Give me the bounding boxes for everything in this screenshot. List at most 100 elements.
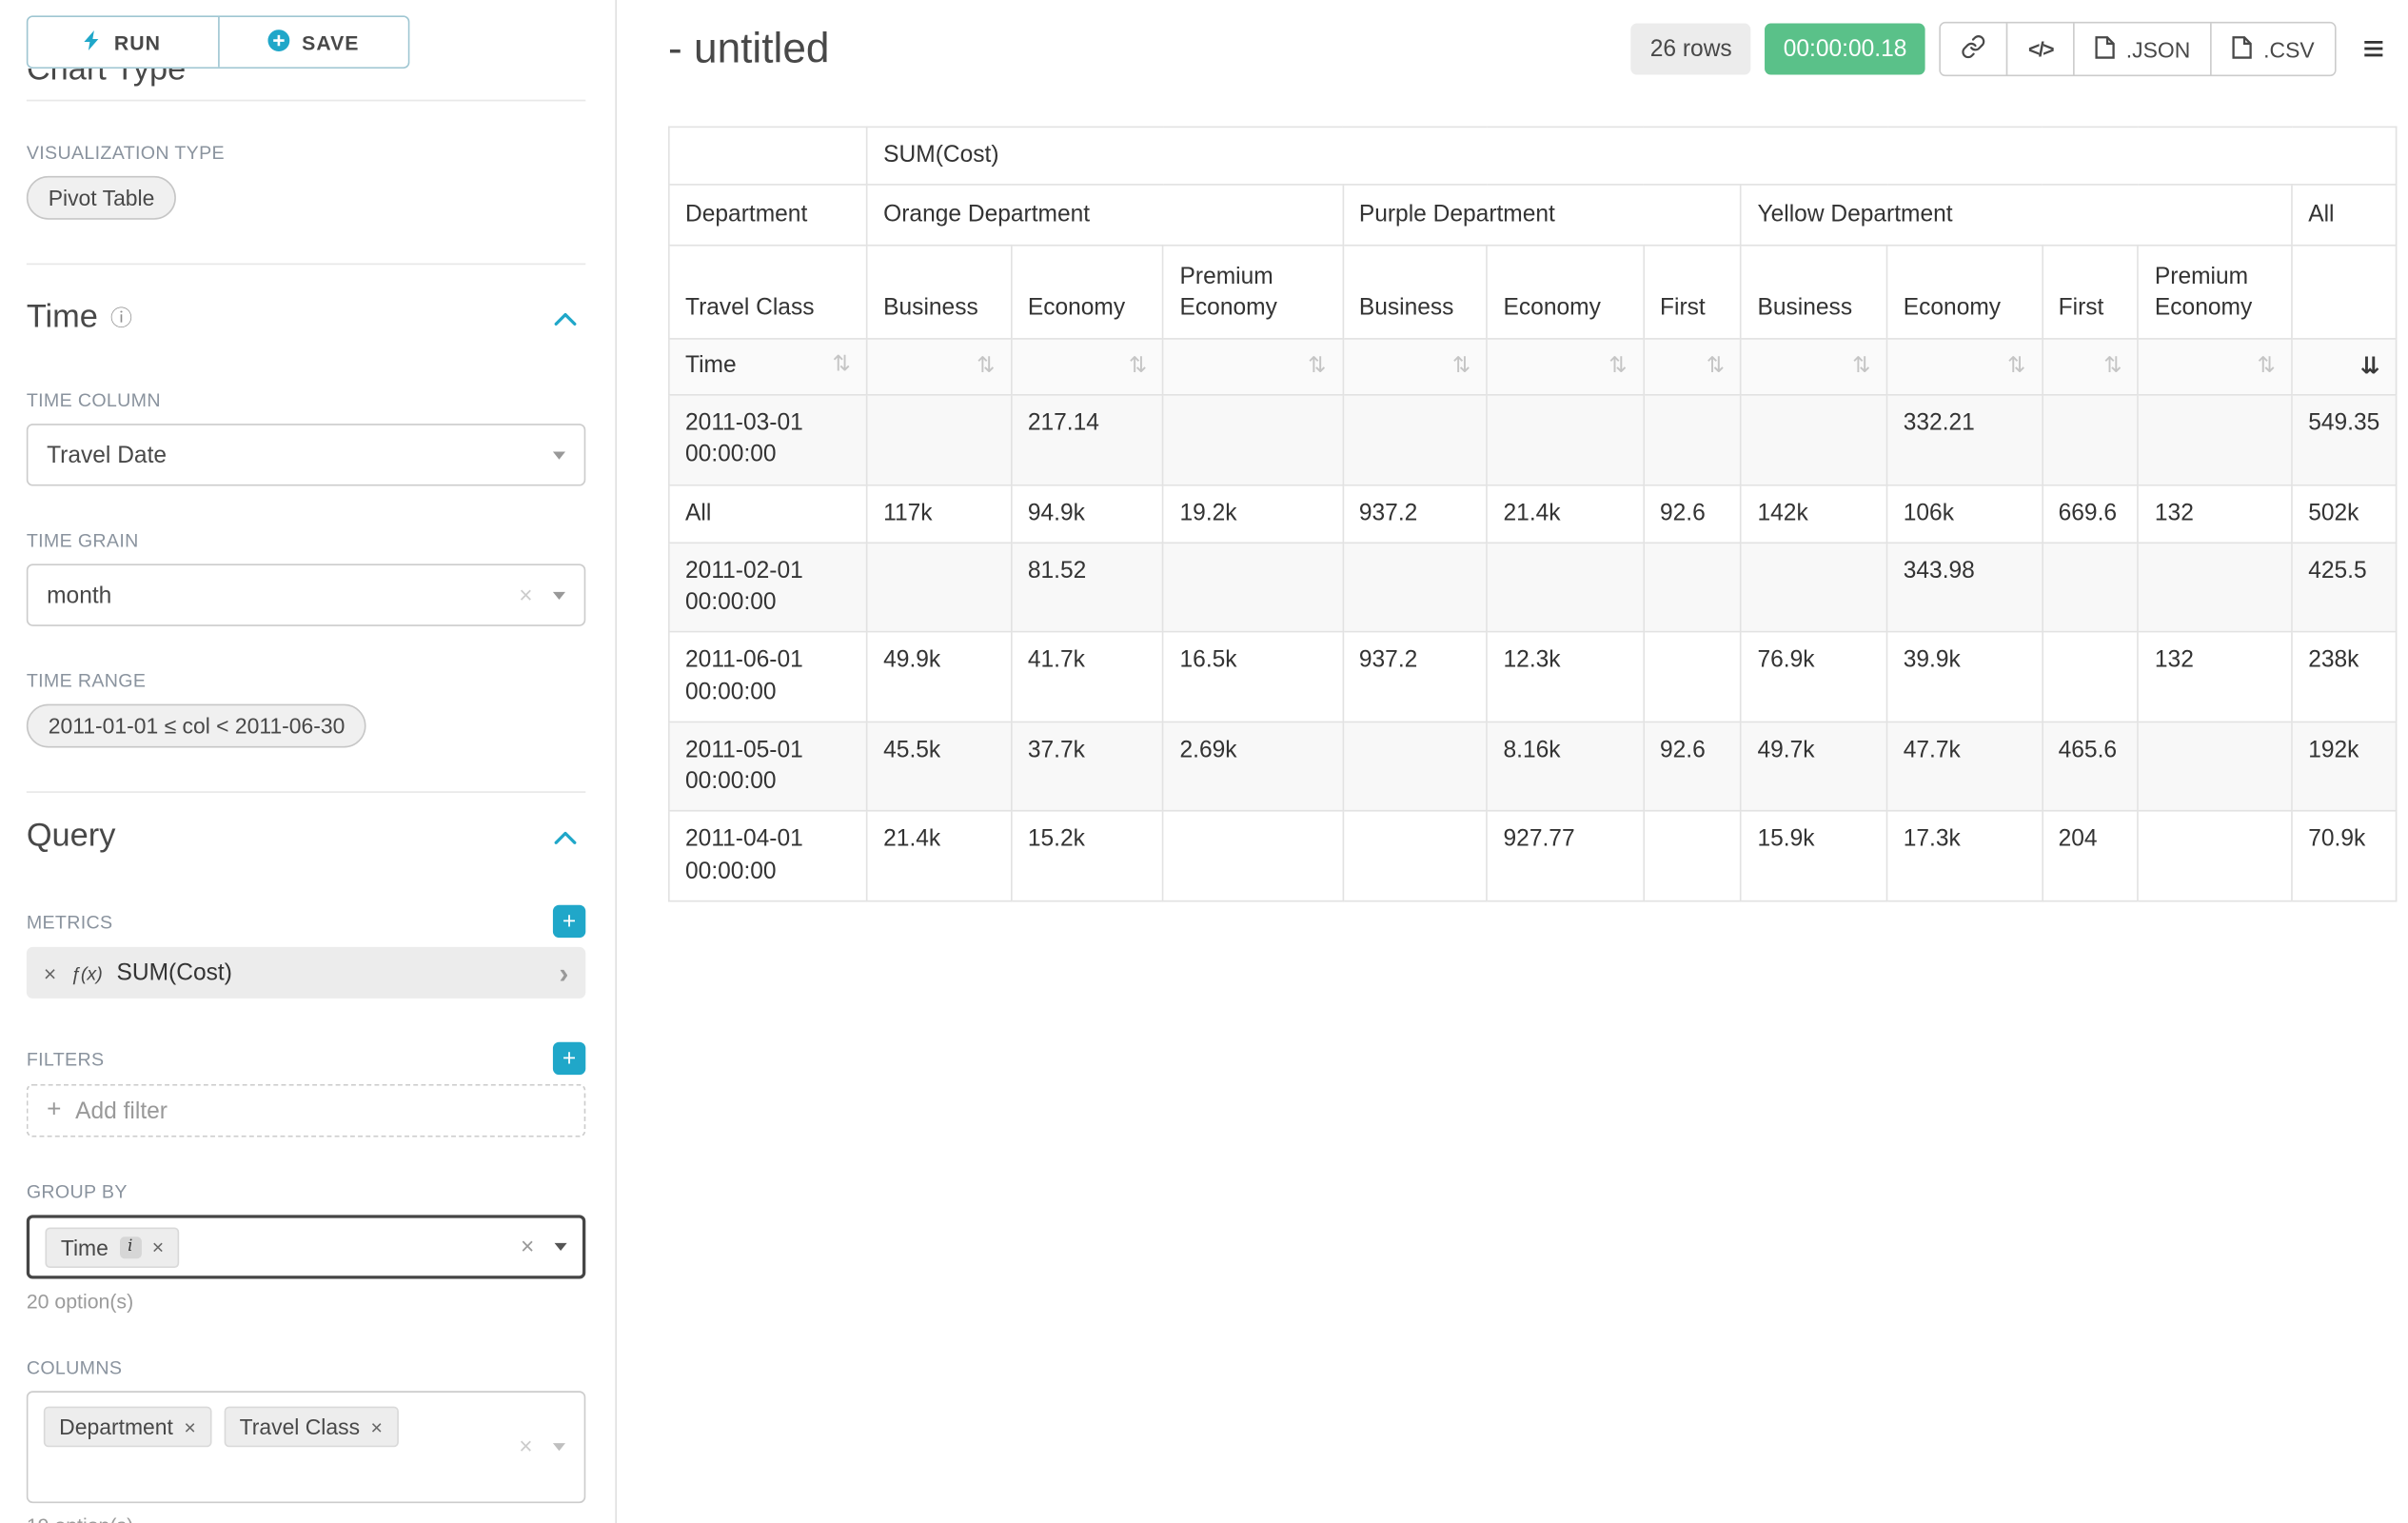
clear-icon[interactable]: ×	[521, 1236, 534, 1259]
pivot-value-cell: 465.6	[2042, 722, 2138, 811]
view-query-button[interactable]: </>	[2006, 24, 2073, 75]
pivot-value-cell: 94.9k	[1012, 485, 1164, 543]
pivot-value-cell: 8.16k	[1487, 722, 1643, 811]
export-json-button[interactable]: .JSON	[2073, 24, 2210, 75]
sort-icon[interactable]: ⇅	[1609, 354, 1627, 379]
time-range-pill[interactable]: 2011-01-01 ≤ col < 2011-06-30	[27, 704, 367, 748]
run-button[interactable]: RUN	[28, 17, 217, 67]
copy-link-button[interactable]	[1941, 24, 2006, 75]
time-range-label: TIME RANGE	[27, 670, 585, 692]
pivot-row-header: 2011-06-01 00:00:00	[669, 632, 867, 722]
query-section-header: Query	[27, 818, 585, 855]
pivot-sort-cell: ⇅	[2042, 339, 2138, 395]
group-by-select[interactable]: Time i × ×	[27, 1215, 585, 1278]
sort-icon[interactable]: ⇅	[977, 354, 995, 379]
plus-circle-icon	[267, 29, 289, 55]
pivot-value-cell: 70.9k	[2292, 811, 2397, 900]
group-by-token[interactable]: Time i ×	[45, 1227, 179, 1268]
chevron-up-icon[interactable]	[545, 69, 567, 75]
time-column-value: Travel Date	[47, 442, 167, 468]
sort-icon[interactable]: ⇅	[2007, 354, 2025, 379]
pivot-value-cell	[1163, 395, 1342, 485]
chart-panel: - untitled 26 rows 00:00:00.18 </	[617, 0, 2408, 1523]
pivot-value-cell	[1343, 543, 1488, 632]
time-column-select[interactable]: Travel Date	[27, 424, 585, 485]
pivot-department-label: Department	[669, 185, 867, 246]
caret-down-icon[interactable]	[555, 1243, 567, 1251]
clear-icon[interactable]: ×	[519, 583, 532, 607]
pivot-data-row: 2011-03-01 00:00:00217.14332.21549.35	[669, 395, 2397, 485]
pivot-data-row: 2011-06-01 00:00:0049.9k41.7k16.5k937.21…	[669, 632, 2397, 722]
pivot-sort-cell: ⇊	[2292, 339, 2397, 395]
clear-icon[interactable]: ×	[519, 1435, 532, 1459]
sort-icon[interactable]: ⇅	[833, 351, 851, 381]
caret-down-icon[interactable]	[553, 1443, 565, 1451]
time-section-title: Time	[27, 299, 98, 336]
columns-token[interactable]: Travel Class ×	[224, 1407, 398, 1448]
pivot-value-cell	[1343, 395, 1488, 485]
add-metric-button[interactable]: +	[553, 905, 585, 938]
remove-token-icon[interactable]: ×	[152, 1236, 164, 1256]
pivot-value-cell: 45.5k	[867, 722, 1012, 811]
sort-desc-icon[interactable]: ⇊	[2360, 352, 2380, 380]
sort-icon[interactable]: ⇅	[1452, 354, 1470, 379]
collapse-query-section-button[interactable]	[545, 821, 586, 851]
sort-icon[interactable]: ⇅	[1129, 354, 1147, 379]
viz-type-pill[interactable]: Pivot Table	[27, 176, 176, 220]
remove-metric-icon[interactable]: ×	[44, 961, 56, 983]
token-label: Travel Class	[240, 1414, 360, 1439]
add-filter-button[interactable]: + Add filter	[27, 1084, 585, 1137]
remove-token-icon[interactable]: ×	[371, 1416, 383, 1436]
pivot-value-cell: 92.6	[1644, 485, 1742, 543]
divider	[27, 264, 585, 266]
columns-select[interactable]: Department × Travel Class × ×	[27, 1391, 585, 1503]
plus-icon: +	[47, 1097, 61, 1124]
pivot-value-cell: 217.14	[1012, 395, 1164, 485]
filters-label: FILTERS	[27, 1047, 105, 1069]
pivot-row-header: 2011-02-01 00:00:00	[669, 543, 867, 632]
remove-token-icon[interactable]: ×	[184, 1416, 195, 1436]
time-section-header: Time ⓘ	[27, 299, 585, 336]
token-label: Time	[61, 1235, 109, 1259]
export-csv-label: .CSV	[2263, 36, 2314, 61]
pivot-value-cell	[1487, 395, 1643, 485]
save-button[interactable]: SAVE	[217, 17, 407, 67]
menu-button[interactable]: ≡	[2350, 30, 2397, 68]
add-filter-plus-button[interactable]: +	[553, 1042, 585, 1075]
query-timer-badge: 00:00:00.18	[1765, 24, 1925, 75]
pivot-data-row: All117k94.9k19.2k937.221.4k92.6142k106k6…	[669, 485, 2397, 543]
pivot-value-cell: 669.6	[2042, 485, 2138, 543]
sort-icon[interactable]: ⇅	[1707, 354, 1725, 379]
metric-token[interactable]: × ƒ(x) SUM(Cost) ›	[27, 947, 585, 999]
expand-metric-icon[interactable]: ›	[559, 959, 568, 986]
pivot-class-header: Economy	[1887, 246, 2043, 339]
pivot-value-cell	[2139, 722, 2292, 811]
collapse-time-section-button[interactable]	[545, 303, 586, 332]
pivot-travel-class-label: Travel Class	[669, 246, 867, 339]
sort-icon[interactable]: ⇅	[2258, 354, 2276, 379]
time-grain-select[interactable]: month ×	[27, 564, 585, 625]
columns-token[interactable]: Department ×	[44, 1407, 211, 1448]
pivot-row-header: All	[669, 485, 867, 543]
pivot-class-header: Economy	[1487, 246, 1643, 339]
link-icon	[1962, 34, 1986, 64]
pivot-value-cell: 343.98	[1887, 543, 2043, 632]
pivot-department-header: Orange Department	[867, 185, 1343, 246]
info-icon: i	[119, 1236, 141, 1257]
export-csv-button[interactable]: .CSV	[2211, 24, 2335, 75]
time-grain-label: TIME GRAIN	[27, 529, 585, 551]
pivot-data-row: 2011-05-01 00:00:0045.5k37.7k2.69k8.16k9…	[669, 722, 2397, 811]
pivot-class-header	[2292, 246, 2397, 339]
bolt-icon	[85, 29, 102, 55]
sort-icon[interactable]: ⇅	[1308, 354, 1326, 379]
pivot-value-cell: 204	[2042, 811, 2138, 900]
pivot-value-cell: 49.7k	[1741, 722, 1886, 811]
sort-icon[interactable]: ⇅	[1852, 354, 1870, 379]
pivot-value-cell	[2139, 395, 2292, 485]
sort-icon[interactable]: ⇅	[2103, 354, 2122, 379]
pivot-sort-cell: ⇅	[1343, 339, 1488, 395]
pivot-corner-cell	[669, 127, 867, 185]
pivot-value-cell	[867, 543, 1012, 632]
pivot-sort-cell: ⇅	[1012, 339, 1164, 395]
pivot-metric-header: SUM(Cost)	[867, 127, 2397, 185]
